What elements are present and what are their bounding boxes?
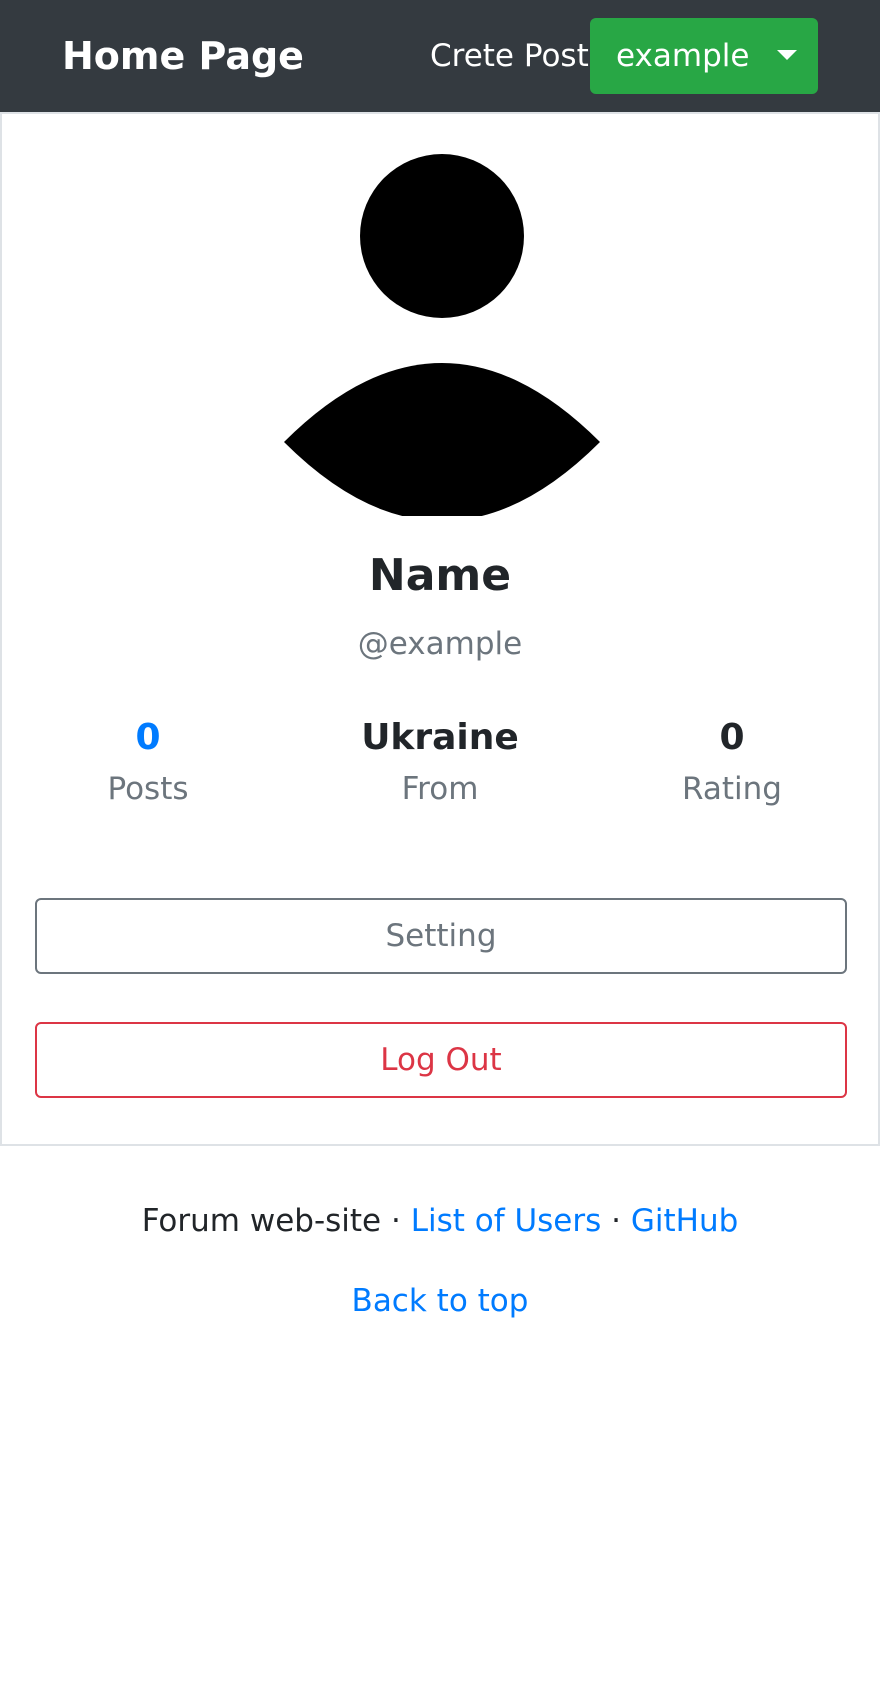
posts-label: Posts [107, 771, 189, 807]
stat-posts: 0 Posts [2, 714, 294, 810]
user-menu-dropdown-button[interactable]: example [590, 18, 818, 94]
rating-value: 0 [719, 717, 745, 758]
footer-site-text: Forum web-site [141, 1203, 382, 1239]
footer-separator: · [601, 1203, 631, 1239]
back-to-top-container: Back to top [0, 1280, 880, 1322]
profile-name: Name [368, 550, 512, 601]
brand-home-link[interactable]: Home Page [62, 32, 304, 80]
list-of-users-link[interactable]: List of Users [411, 1203, 602, 1239]
user-menu-label: example [616, 38, 750, 74]
footer-separator: · [381, 1203, 411, 1239]
back-to-top-link[interactable]: Back to top [352, 1283, 529, 1319]
from-label: From [401, 771, 479, 807]
stat-rating: 0 Rating [586, 714, 878, 810]
profile-handle: @example [357, 626, 523, 662]
from-value: Ukraine [361, 717, 519, 758]
github-link[interactable]: GitHub [631, 1203, 738, 1239]
logout-button[interactable]: Log Out [35, 1022, 847, 1098]
user-silhouette-icon [284, 154, 600, 516]
rating-label: Rating [682, 771, 782, 807]
profile-card: Name @example 0 Posts Ukraine From 0 Rat… [0, 112, 880, 1146]
setting-button[interactable]: Setting [35, 898, 847, 974]
footer-links: Forum web-site · List of Users · GitHub [0, 1200, 880, 1242]
create-post-link[interactable]: Crete Post [430, 36, 589, 76]
caret-down-icon [777, 50, 797, 60]
posts-count-link[interactable]: 0 [2, 714, 294, 762]
top-navbar: Home Page Crete Post example [0, 0, 880, 112]
stat-from: Ukraine From [294, 714, 586, 810]
